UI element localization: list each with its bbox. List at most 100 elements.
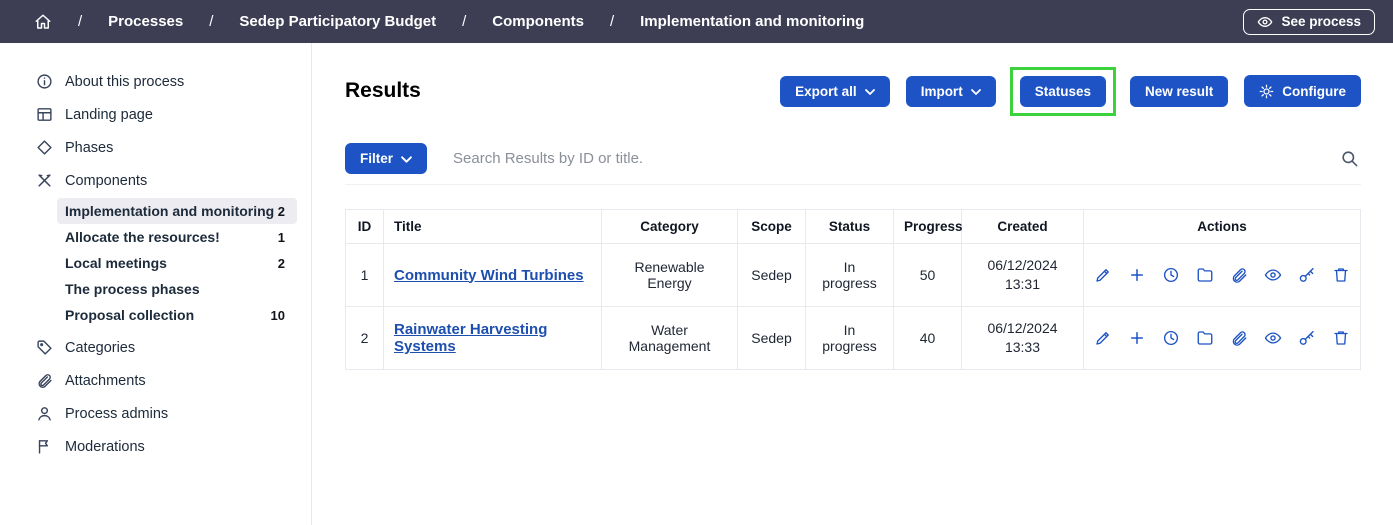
flag-icon: [36, 438, 53, 455]
attachment-icon[interactable]: [1224, 329, 1254, 347]
header-title: Title: [384, 210, 602, 244]
page-title: Results: [345, 79, 421, 103]
sidebar-item-about[interactable]: About this process: [36, 65, 297, 98]
count-badge: 10: [271, 308, 285, 323]
sidebar-item-phases[interactable]: Phases: [36, 131, 297, 164]
add-icon[interactable]: [1122, 329, 1152, 347]
preview-icon[interactable]: [1258, 329, 1288, 347]
tag-icon: [36, 339, 53, 356]
delete-icon[interactable]: [1326, 266, 1356, 284]
created-date: 06/12/2024: [972, 256, 1073, 275]
add-icon[interactable]: [1122, 266, 1152, 284]
statuses-button[interactable]: Statuses: [1020, 76, 1106, 107]
count-badge: 2: [278, 256, 285, 271]
folder-icon[interactable]: [1190, 266, 1220, 284]
edit-icon[interactable]: [1088, 266, 1118, 284]
import-button[interactable]: Import: [906, 76, 996, 107]
created-time: 13:31: [972, 275, 1073, 294]
table-row: 1 Community Wind Turbines Renewable Ener…: [346, 244, 1361, 307]
edit-icon[interactable]: [1088, 329, 1118, 347]
sidebar-item-label: Phases: [65, 140, 113, 156]
sidebar-item-label: Attachments: [65, 373, 146, 389]
sidebar-item-label: Moderations: [65, 439, 145, 455]
permissions-icon[interactable]: [1292, 266, 1322, 284]
count-badge: 1: [278, 230, 285, 245]
search-input[interactable]: [453, 150, 1312, 167]
sidebar-item-implementation-and-monitoring[interactable]: Implementation and monitoring 2: [57, 198, 297, 224]
results-toolbar: Export all Import Statuses New result: [780, 75, 1361, 107]
created-date: 06/12/2024: [972, 319, 1073, 338]
new-result-button[interactable]: New result: [1130, 76, 1228, 107]
header-status: Status: [806, 210, 894, 244]
page-layout: About this process Landing page Phases C…: [0, 43, 1393, 525]
result-title-cell: Rainwater Harvesting Systems: [384, 307, 602, 370]
sidebar-item-allocate-the-resources[interactable]: Allocate the resources! 1: [57, 224, 297, 250]
delete-icon[interactable]: [1326, 329, 1356, 347]
sidebar-item-the-process-phases[interactable]: The process phases: [57, 276, 297, 302]
home-icon: [34, 13, 52, 31]
sub-item-label: The process phases: [65, 281, 200, 297]
filter-button[interactable]: Filter: [345, 143, 427, 174]
sidebar-item-attachments[interactable]: Attachments: [36, 364, 297, 397]
new-result-label: New result: [1145, 84, 1213, 99]
result-scope-cell: Sedep: [738, 244, 806, 307]
sidebar-item-categories[interactable]: Categories: [36, 331, 297, 364]
sidebar-item-proposal-collection[interactable]: Proposal collection 10: [57, 302, 297, 328]
sidebar-item-moderations[interactable]: Moderations: [36, 430, 297, 463]
permissions-icon[interactable]: [1292, 329, 1322, 347]
breadcrumb-separator: /: [78, 13, 82, 30]
topbar: / Processes / Sedep Participatory Budget…: [0, 0, 1393, 43]
breadcrumb-separator: /: [209, 13, 213, 30]
result-title-cell: Community Wind Turbines: [384, 244, 602, 307]
import-label: Import: [921, 84, 963, 99]
folder-icon[interactable]: [1190, 329, 1220, 347]
search-icon[interactable]: [1338, 147, 1361, 170]
breadcrumb-current-component[interactable]: Implementation and monitoring: [640, 13, 864, 30]
results-table-body: 1 Community Wind Turbines Renewable Ener…: [346, 244, 1361, 370]
sidebar-item-label: About this process: [65, 74, 184, 90]
configure-label: Configure: [1282, 84, 1346, 99]
sub-item-label: Proposal collection: [65, 307, 194, 323]
tools-icon: [36, 172, 53, 189]
filter-row: Filter: [345, 143, 1361, 185]
result-category-cell: Water Management: [602, 307, 738, 370]
sidebar-item-process-admins[interactable]: Process admins: [36, 397, 297, 430]
history-icon[interactable]: [1156, 266, 1186, 284]
layout-icon: [36, 106, 53, 123]
sub-item-label: Allocate the resources!: [65, 229, 220, 245]
result-id-cell: 2: [346, 307, 384, 370]
attachment-icon[interactable]: [1224, 266, 1254, 284]
sidebar-item-label: Process admins: [65, 406, 168, 422]
breadcrumb-separator: /: [610, 13, 614, 30]
person-icon: [36, 405, 53, 422]
breadcrumb-components[interactable]: Components: [492, 13, 584, 30]
statuses-label: Statuses: [1035, 84, 1091, 99]
export-all-button[interactable]: Export all: [780, 76, 890, 107]
home-link[interactable]: [34, 13, 52, 31]
configure-button[interactable]: Configure: [1244, 75, 1361, 107]
breadcrumb-process-name[interactable]: Sedep Participatory Budget: [239, 13, 436, 30]
sidebar-item-landing-page[interactable]: Landing page: [36, 98, 297, 131]
breadcrumb-processes[interactable]: Processes: [108, 13, 183, 30]
see-process-button[interactable]: See process: [1243, 9, 1375, 35]
sidebar-item-components[interactable]: Components: [36, 164, 297, 197]
paperclip-icon: [36, 372, 53, 389]
result-title-link[interactable]: Community Wind Turbines: [394, 267, 584, 284]
created-time: 13:33: [972, 338, 1073, 357]
preview-icon[interactable]: [1258, 266, 1288, 284]
sidebar: About this process Landing page Phases C…: [0, 43, 312, 525]
sub-item-label: Local meetings: [65, 255, 167, 271]
header-created: Created: [962, 210, 1084, 244]
history-icon[interactable]: [1156, 329, 1186, 347]
header-scope: Scope: [738, 210, 806, 244]
chevron-down-icon: [865, 89, 875, 95]
result-scope-cell: Sedep: [738, 307, 806, 370]
sidebar-item-local-meetings[interactable]: Local meetings 2: [57, 250, 297, 276]
sidebar-item-label: Categories: [65, 340, 135, 356]
diamond-icon: [36, 139, 53, 156]
results-table: ID Title Category Scope Status Progress …: [345, 209, 1361, 370]
result-title-link[interactable]: Rainwater Harvesting Systems: [394, 321, 547, 355]
sidebar-item-label: Landing page: [65, 107, 153, 123]
sub-item-label: Implementation and monitoring: [65, 203, 274, 219]
header-category: Category: [602, 210, 738, 244]
